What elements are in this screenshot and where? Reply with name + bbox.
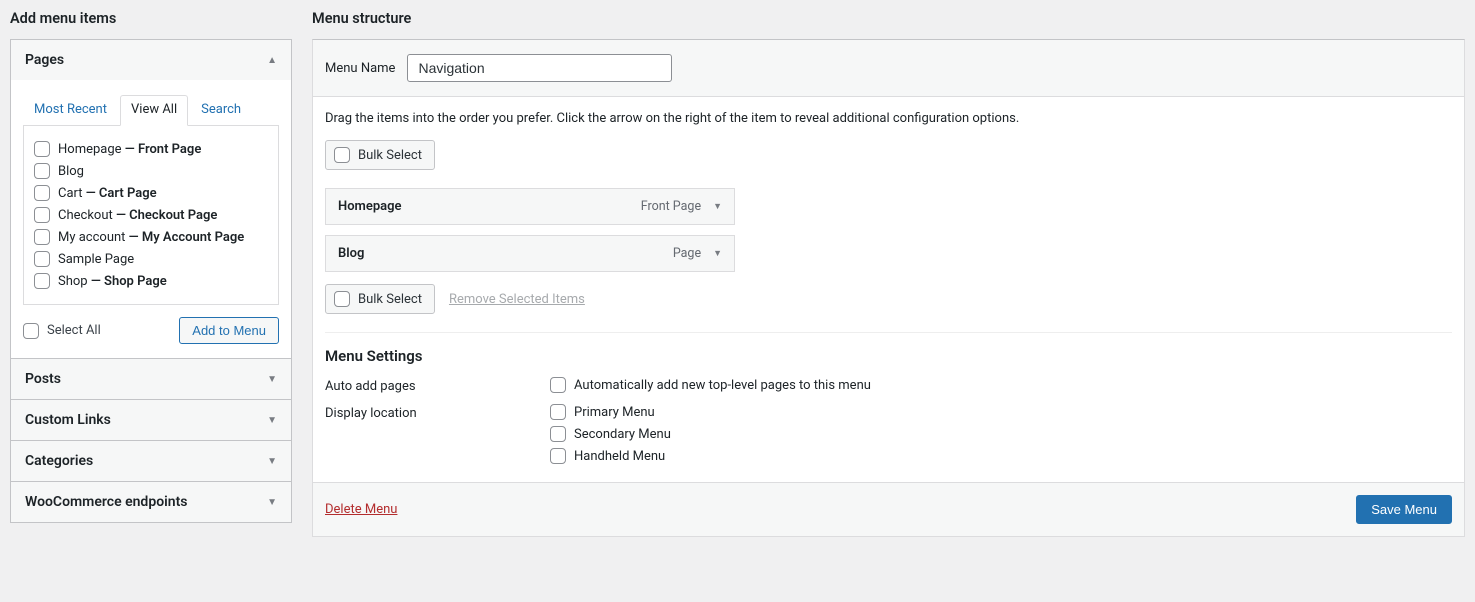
separator [325,332,1452,333]
delete-menu-link[interactable]: Delete Menu [325,502,397,517]
checkbox[interactable] [334,291,350,307]
chevron-up-icon: ▲ [267,55,277,66]
accordion-head-categories[interactable]: Categories ▼ [11,441,291,481]
location-option-label: Secondary Menu [574,427,671,442]
page-item-suffix: — My Account Page [125,230,244,245]
heading-menu-structure: Menu structure [312,10,1465,27]
menu-name-label: Menu Name [325,61,395,76]
page-item-suffix: — Front Page [122,142,202,157]
page-item-title: My account [58,230,125,245]
select-all-label: Select All [47,323,101,338]
auto-add-pages-text: Automatically add new top-level pages to… [574,378,871,393]
accordion-panel-pages: Pages ▲ Most Recent View All Search Home… [10,39,292,359]
accordion-title-posts: Posts [25,371,61,387]
checkbox[interactable] [23,323,39,339]
checkbox[interactable] [34,273,50,289]
menu-item-type: Page [673,246,701,261]
location-option[interactable]: Handheld Menu [550,448,671,464]
chevron-down-icon: ▼ [267,415,277,426]
page-item-title: Cart [58,186,83,201]
pages-list: Homepage — Front Page Blog Cart — Cart P… [23,126,279,305]
list-item[interactable]: Checkout — Checkout Page [34,204,268,226]
bulk-select-bottom[interactable]: Bulk Select [325,284,435,314]
checkbox[interactable] [550,377,566,393]
checkbox[interactable] [334,147,350,163]
accordion-panel-woocommerce-endpoints: WooCommerce endpoints ▼ [10,481,292,523]
accordion-head-posts[interactable]: Posts ▼ [11,359,291,399]
menu-item-title: Homepage [338,199,402,214]
page-item-title: Blog [58,164,84,179]
remove-selected-link: Remove Selected Items [449,292,585,307]
auto-add-pages-option[interactable]: Automatically add new top-level pages to… [550,377,871,393]
menu-name-input[interactable] [407,54,672,82]
tab-search[interactable]: Search [190,95,252,126]
page-item-title: Shop [58,274,88,289]
save-menu-button[interactable]: Save Menu [1356,495,1452,524]
accordion-panel-categories: Categories ▼ [10,440,292,482]
checkbox[interactable] [550,448,566,464]
menu-items-list: Homepage Front Page ▼ Blog Page ▼ [325,188,735,272]
accordion-head-pages[interactable]: Pages ▲ [11,40,291,80]
list-item[interactable]: Shop — Shop Page [34,270,268,292]
pages-tabs: Most Recent View All Search [23,94,279,126]
list-item[interactable]: Cart — Cart Page [34,182,268,204]
list-item[interactable]: Blog [34,160,268,182]
chevron-down-icon: ▼ [267,374,277,385]
menu-item[interactable]: Blog Page ▼ [325,235,735,272]
heading-add-menu-items: Add menu items [10,10,292,27]
menu-hint-text: Drag the items into the order you prefer… [325,111,1452,126]
list-item[interactable]: My account — My Account Page [34,226,268,248]
location-option-label: Handheld Menu [574,449,665,464]
accordion-head-woocommerce-endpoints[interactable]: WooCommerce endpoints ▼ [11,482,291,522]
bulk-select-label: Bulk Select [358,148,422,163]
menu-footer: Delete Menu Save Menu [313,482,1464,536]
accordion-head-custom-links[interactable]: Custom Links ▼ [11,400,291,440]
page-item-title: Sample Page [58,252,134,267]
menu-item[interactable]: Homepage Front Page ▼ [325,188,735,225]
accordion-title-categories: Categories [25,453,93,469]
display-location-label: Display location [325,404,550,421]
list-item[interactable]: Sample Page [34,248,268,270]
checkbox[interactable] [550,426,566,442]
page-item-suffix: — Shop Page [88,274,167,289]
accordion-title-woocommerce-endpoints: WooCommerce endpoints [25,494,187,510]
menu-item-title: Blog [338,246,364,261]
bulk-select-top[interactable]: Bulk Select [325,140,435,170]
accordion-title-pages: Pages [25,52,64,68]
accordion-panel-custom-links: Custom Links ▼ [10,399,292,441]
tab-view-all[interactable]: View All [120,95,188,126]
tab-most-recent[interactable]: Most Recent [23,95,118,126]
page-item-title: Checkout [58,208,113,223]
checkbox[interactable] [34,207,50,223]
accordion-panel-posts: Posts ▼ [10,358,292,400]
add-to-menu-button[interactable]: Add to Menu [179,317,279,344]
checkbox[interactable] [34,141,50,157]
menu-item-type: Front Page [641,199,701,214]
bulk-select-label: Bulk Select [358,292,422,307]
chevron-down-icon: ▼ [267,456,277,467]
accordion-body-pages: Most Recent View All Search Homepage — F… [11,80,291,358]
chevron-down-icon[interactable]: ▼ [713,201,722,212]
select-all[interactable]: Select All [23,323,101,339]
location-option[interactable]: Primary Menu [550,404,671,420]
menu-header: Menu Name [313,40,1464,97]
checkbox[interactable] [34,229,50,245]
chevron-down-icon: ▼ [267,497,277,508]
checkbox[interactable] [34,185,50,201]
checkbox[interactable] [550,404,566,420]
location-option[interactable]: Secondary Menu [550,426,671,442]
page-item-suffix: — Cart Page [83,186,157,201]
location-option-label: Primary Menu [574,405,655,420]
checkbox[interactable] [34,163,50,179]
accordion-title-custom-links: Custom Links [25,412,111,428]
page-item-title: Homepage [58,142,122,157]
menu-structure-panel: Menu Name Drag the items into the order … [312,39,1465,537]
checkbox[interactable] [34,251,50,267]
list-item[interactable]: Homepage — Front Page [34,138,268,160]
auto-add-pages-label: Auto add pages [325,377,550,394]
heading-menu-settings: Menu Settings [325,347,1452,365]
menu-body: Drag the items into the order you prefer… [313,97,1464,482]
chevron-down-icon[interactable]: ▼ [713,248,722,259]
page-item-suffix: — Checkout Page [113,208,218,223]
